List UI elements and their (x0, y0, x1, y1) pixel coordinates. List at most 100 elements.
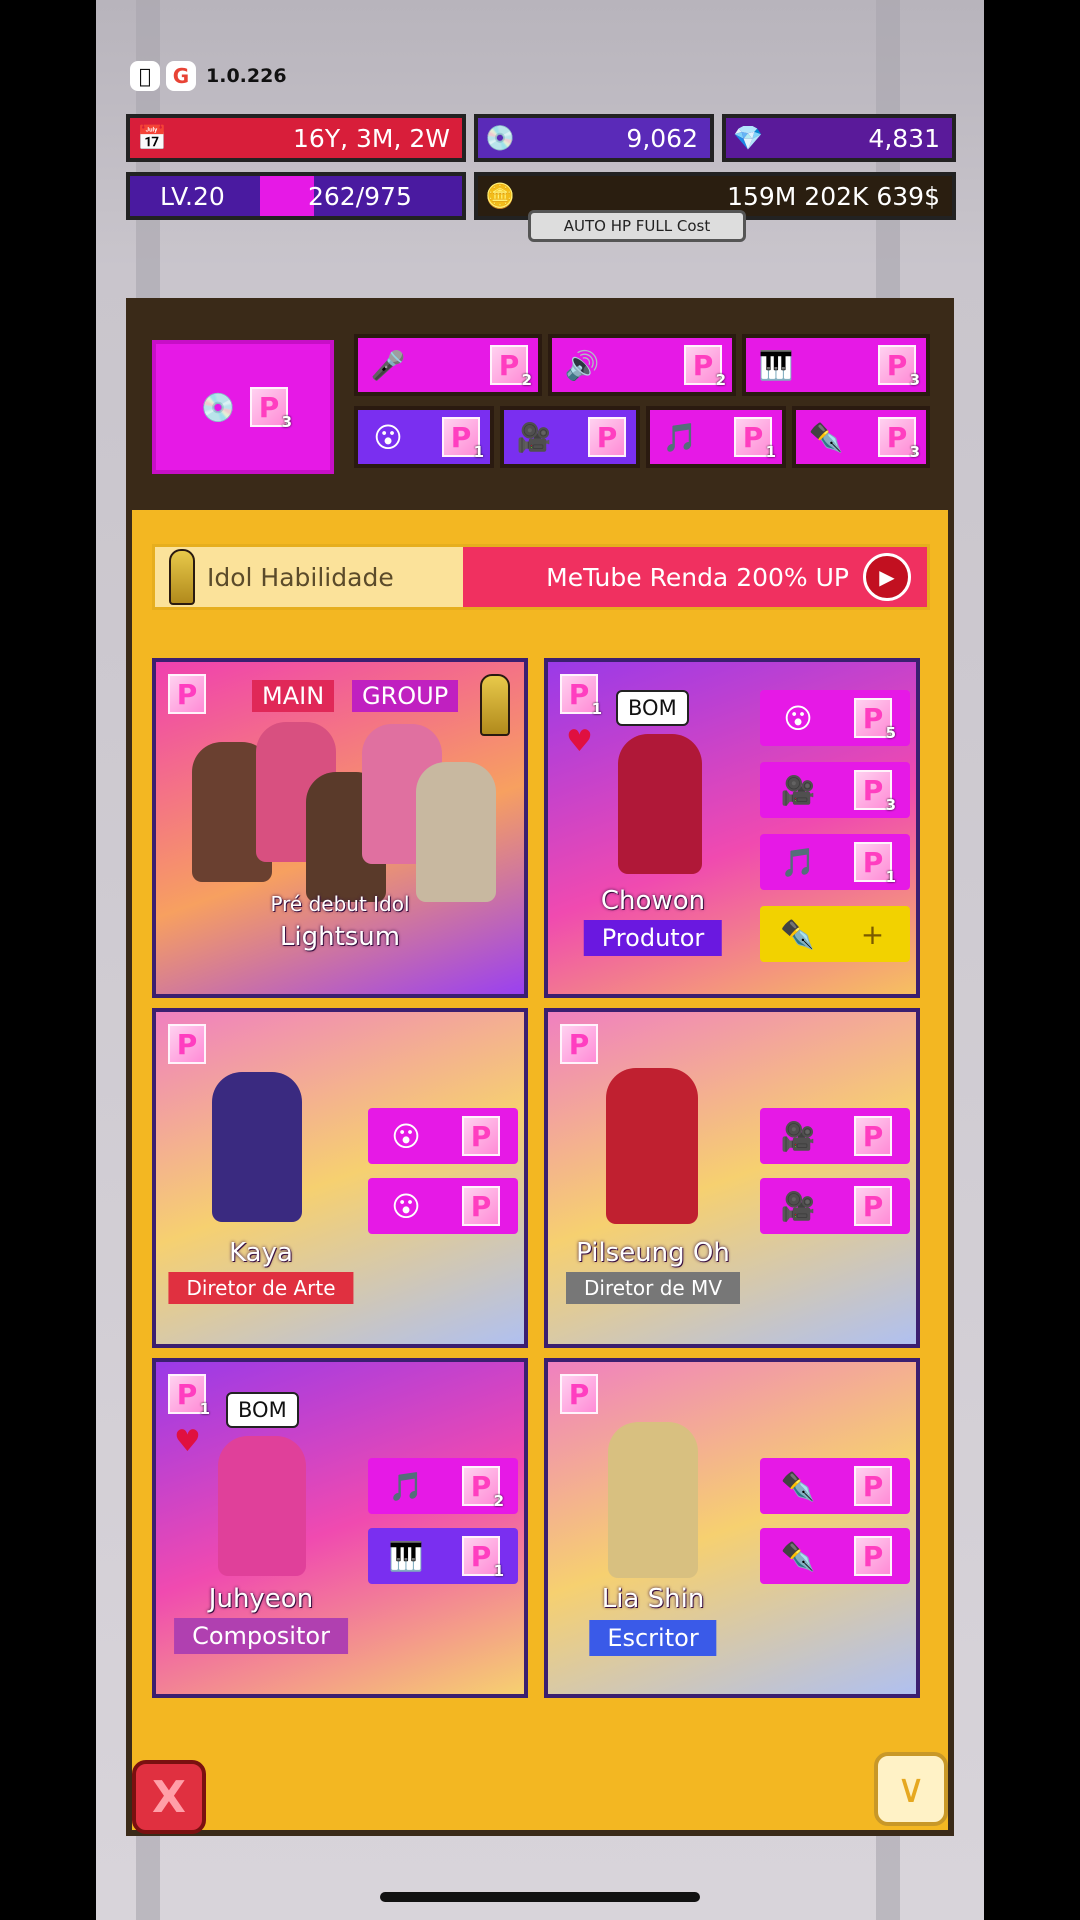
role-badge: Escritor (589, 1620, 717, 1656)
point-coin-icon: P (462, 1116, 500, 1156)
play-icon: ▶ (863, 553, 911, 601)
date-value: 16Y, 3M, 2W (293, 123, 450, 153)
heart-icon: ♥ (566, 724, 593, 759)
point-coin-icon: P (560, 1024, 598, 1064)
group-tag: GROUP (352, 680, 459, 712)
close-button[interactable]: X (132, 1760, 206, 1834)
auto-hp-tooltip[interactable]: AUTO HP FULL Cost (528, 210, 746, 242)
skill-slot[interactable]: 🎵 P 1 (760, 834, 910, 890)
point-coin-icon: P2 (490, 345, 532, 389)
gem-bar: 💎 4,831 (722, 114, 956, 162)
skill-bar[interactable]: Idol Habilidade MeTube Renda 200% UP ▶ (152, 544, 930, 610)
point-coin-icon: P (168, 1024, 206, 1064)
point-coin-icon: P3 (878, 345, 920, 389)
vocal-face-icon: 😮 (391, 1119, 421, 1153)
vocal-face-icon: 😮 (391, 1189, 421, 1223)
staff-name: Lia Shin (601, 1584, 705, 1614)
role-badge: Diretor de MV (566, 1272, 740, 1304)
skill-slot[interactable]: 🎹 P 1 (368, 1528, 518, 1584)
equip-slot-pen[interactable]: ✒️ P3 (792, 406, 930, 468)
microphone-icon: 🎤 (370, 348, 406, 382)
staff-card-kaya[interactable]: P Kaya Diretor de Arte 😮 P 😮 P (152, 1008, 528, 1348)
point-coin-icon: P (854, 1466, 892, 1506)
staff-card-chowon[interactable]: P1 ♥ BOM Chowon Produtor 😮 P 5 🎥 P 3 🎵 P 1 ✒️ + (544, 658, 920, 998)
equip-slot-speaker[interactable]: 🔊 P2 (548, 334, 736, 396)
equipment-strip: 💿 P3 🎤 P2 🔊 P2 🎹 P3 😮 P1 🎥 P 🎵 P 1 ✒️ P … (132, 304, 948, 510)
point-coin-icon: P (168, 674, 206, 714)
equip-slot-vocal[interactable]: 😮 P1 (354, 406, 494, 468)
equip-slot-piano[interactable]: 🎹 P3 (742, 334, 930, 396)
vocal-face-icon: 😮 (783, 701, 813, 735)
skill-slot[interactable]: 😮 P (368, 1108, 518, 1164)
staff-card-juhyeon[interactable]: P1 ♥ BOM Juhyeon Compositor 🎵 P 2 🎹 P 1 (152, 1358, 528, 1698)
staff-card-lia[interactable]: P Lia Shin Escritor ✒️ P ✒️ P (544, 1358, 920, 1698)
golden-microphone-icon (480, 674, 510, 736)
speech-bubble: BOM (616, 690, 689, 726)
point-coin-icon: P3 (250, 387, 292, 431)
disc-icon: 💿 (200, 390, 236, 424)
point-coin-icon: P (462, 1186, 500, 1226)
home-indicator[interactable] (380, 1892, 700, 1902)
idol-status: Pré debut Idol (270, 892, 410, 916)
team-panel: 💿 P3 🎤 P2 🔊 P2 🎹 P3 😮 P1 🎥 P 🎵 P 1 ✒️ P … (126, 298, 954, 1836)
add-icon: + (860, 917, 885, 951)
version-label: 1.0.226 (206, 65, 287, 87)
skill-slot[interactable]: 😮 P 5 (760, 690, 910, 746)
role-badge: Produtor (583, 920, 723, 956)
point-coin-icon: P2 (462, 1466, 504, 1510)
staff-card-pilseung[interactable]: P Pilseung Oh Diretor de MV 🎥 P 🎥 P (544, 1008, 920, 1348)
staff-name: Kaya (229, 1238, 293, 1268)
skill-slot[interactable]: 😮 P (368, 1178, 518, 1234)
skill-slot[interactable]: 🎥 P 3 (760, 762, 910, 818)
role-badge: Diretor de Arte (168, 1272, 354, 1304)
equip-slot-camera[interactable]: 🎥 P (500, 406, 640, 468)
point-coin-icon: P1 (442, 417, 484, 461)
point-coin-icon: P (854, 1116, 892, 1156)
point-coin-icon: P1 (854, 842, 896, 886)
skill-slot[interactable]: 🎵 P 2 (368, 1458, 518, 1514)
date-bar: 📅 16Y, 3M, 2W (126, 114, 466, 162)
point-coin-icon: P3 (854, 770, 896, 814)
speech-bubble: BOM (226, 1392, 299, 1428)
camera-icon: 🎥 (780, 1189, 816, 1223)
equip-slot-microphone[interactable]: 🎤 P2 (354, 334, 542, 396)
skill-slot[interactable]: 🎥 P (760, 1178, 910, 1234)
piano-icon: 🎹 (388, 1539, 424, 1573)
main-tag: MAIN (252, 680, 335, 712)
main-disc-slot[interactable]: 💿 P3 (152, 340, 334, 474)
skill-slot[interactable]: ✒️ P (760, 1458, 910, 1514)
metube-promo-button[interactable]: MeTube Renda 200% UP ▶ (463, 547, 927, 607)
idol-group-card[interactable]: P MAIN GROUP Pré debut Idol Lightsum (152, 658, 528, 998)
point-coin-icon: P1 (560, 674, 602, 718)
skill-slot-add[interactable]: ✒️ + (760, 906, 910, 962)
idol-skill-button[interactable]: Idol Habilidade (155, 547, 463, 607)
heart-icon: ♥ (174, 1424, 201, 1459)
speaker-icon: 🔊 (564, 348, 600, 382)
point-coin-icon: P1 (462, 1536, 504, 1580)
equip-slot-music[interactable]: 🎵 P1 (646, 406, 786, 468)
idol-skill-label: Idol Habilidade (207, 562, 394, 592)
level-label: LV.20 (160, 181, 225, 211)
music-note-icon: 🎵 (662, 420, 698, 454)
character-sprite (608, 1422, 698, 1578)
coin-icon: 🪙 (485, 182, 515, 210)
platform-badges:  G 1.0.226 (130, 61, 287, 91)
xp-progress: 262/975 (260, 176, 462, 216)
money-value: 159M 202K 639$ (727, 181, 940, 211)
character-sprite (618, 734, 702, 874)
point-coin-icon: P3 (878, 417, 920, 461)
point-coin-icon: P1 (734, 417, 776, 461)
point-coin-icon: P5 (854, 698, 896, 742)
camera-icon: 🎥 (780, 1119, 816, 1153)
camera-icon: 🎥 (516, 420, 552, 454)
character-sprite (218, 1436, 306, 1576)
disc-count: 9,062 (626, 123, 698, 153)
scroll-down-button[interactable]: ∨ (874, 1752, 948, 1826)
staff-name: Juhyeon (208, 1584, 314, 1614)
skill-slot[interactable]: ✒️ P (760, 1528, 910, 1584)
gem-count: 4,831 (868, 123, 940, 153)
skill-slot[interactable]: 🎥 P (760, 1108, 910, 1164)
pen-icon: ✒️ (780, 1539, 816, 1573)
group-name: Lightsum (279, 922, 401, 952)
pen-icon: ✒️ (780, 917, 815, 951)
